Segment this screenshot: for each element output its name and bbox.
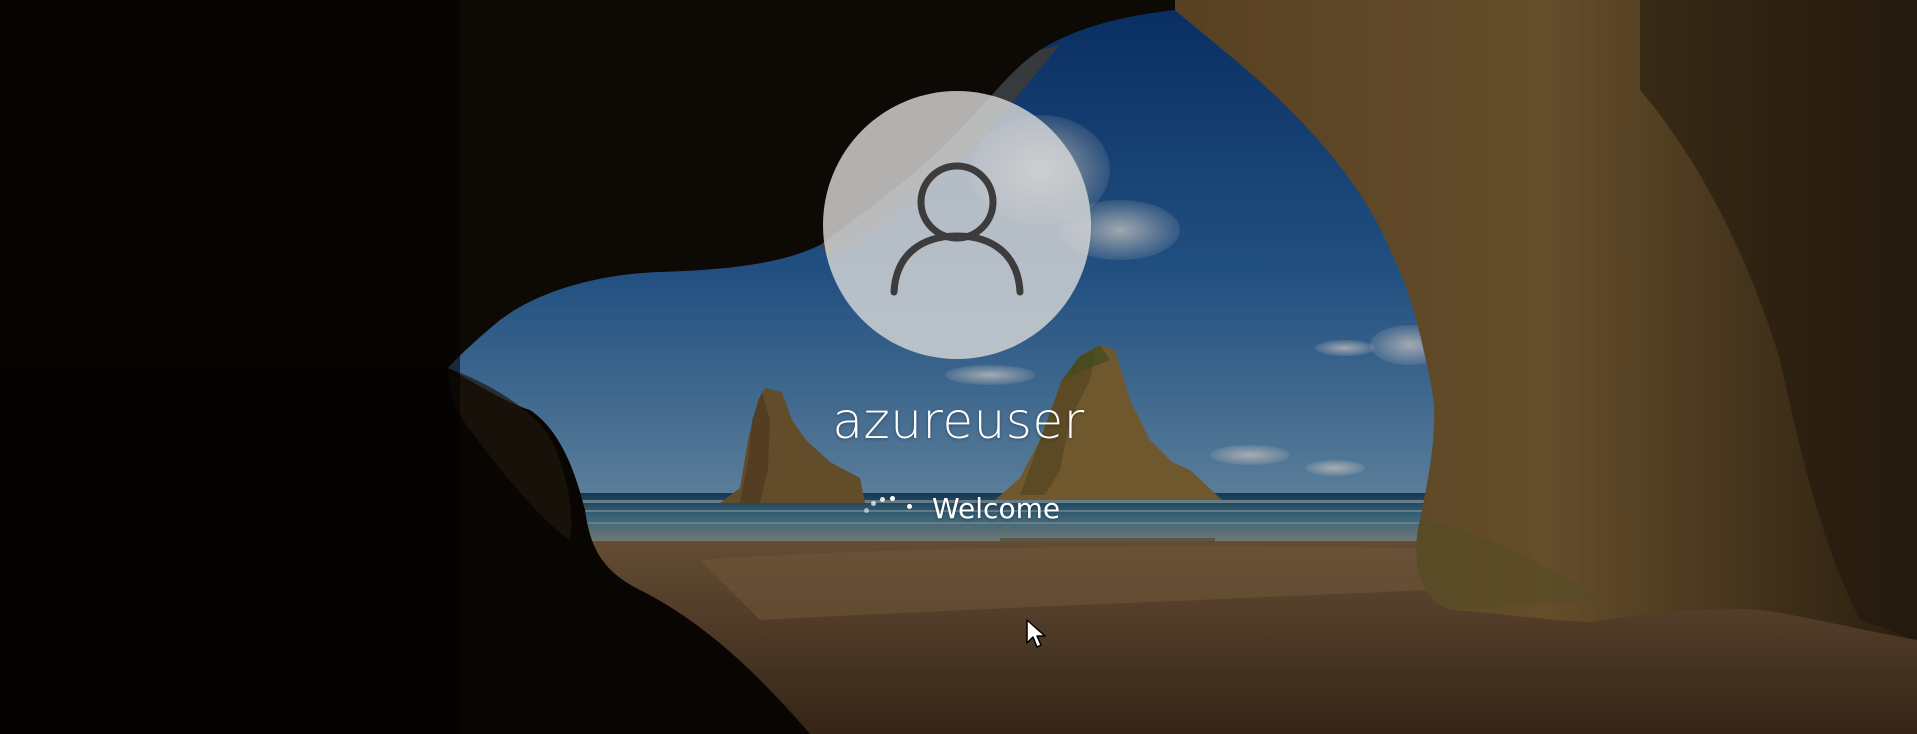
lock-screen: azureuser Welcome [0,0,1917,734]
user-avatar [823,91,1091,359]
user-silhouette-icon [882,150,1032,300]
username-label: azureuser [832,392,1085,450]
loading-spinner-icon [862,494,920,524]
login-status: Welcome [862,492,1060,525]
mouse-pointer-icon [1026,619,1046,653]
welcome-text: Welcome [932,492,1061,525]
